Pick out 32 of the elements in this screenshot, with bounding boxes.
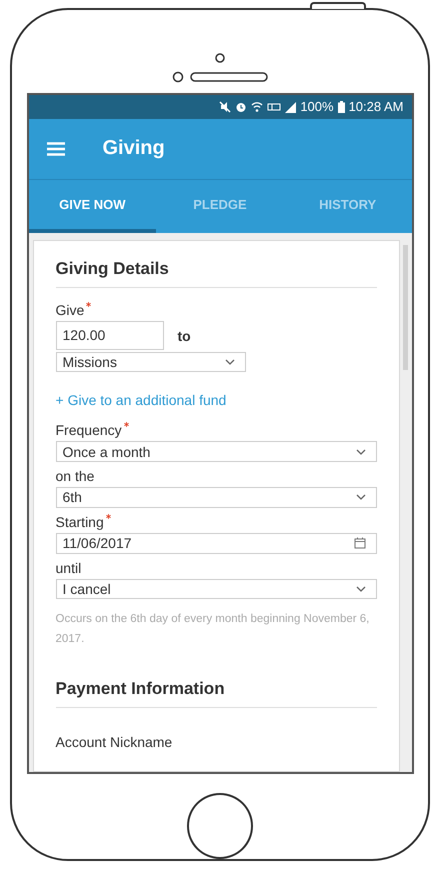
field-label: Starting: [56, 514, 376, 530]
select-field[interactable]: 6th: [56, 487, 376, 508]
mute-icon: [219, 100, 232, 113]
select-field[interactable]: Once a month: [56, 441, 376, 462]
select-field[interactable]: I cancel: [56, 578, 376, 600]
clock-time: 10:28 AM: [348, 99, 404, 114]
app-title: Giving: [102, 137, 165, 160]
connector-label: to: [178, 328, 191, 344]
menu-icon[interactable]: [46, 142, 64, 156]
field-label: on the: [56, 468, 96, 484]
alarm-icon: [235, 100, 248, 113]
schedule-summary: Occurs on the 6th day of every month beginning November 6, 2017.: [56, 612, 370, 648]
calendar-icon: [354, 537, 366, 550]
field-label: until: [56, 560, 82, 576]
section-heading: Giving Details: [56, 258, 376, 288]
battery-percent: 100%: [300, 99, 334, 114]
chevron-down-icon: [224, 359, 234, 366]
date-field[interactable]: 11/06/2017: [56, 532, 376, 554]
chevron-down-icon: [356, 494, 366, 500]
signal-icon: [285, 100, 296, 113]
chevron-down-icon: [356, 448, 366, 455]
battery-icon: [338, 100, 345, 113]
fund-select[interactable]: Missions: [56, 352, 246, 372]
field-label: Give: [56, 302, 376, 318]
wifi-icon: [251, 100, 264, 113]
field-label: Frequency: [56, 422, 376, 438]
amount-field[interactable]: 120.00: [56, 320, 164, 350]
field-label: Account Nickname: [56, 734, 174, 750]
home-button[interactable]: [187, 793, 253, 859]
section-heading: Payment Information: [56, 679, 376, 708]
chevron-down-icon: [356, 586, 366, 592]
camera-icon: [215, 52, 225, 63]
